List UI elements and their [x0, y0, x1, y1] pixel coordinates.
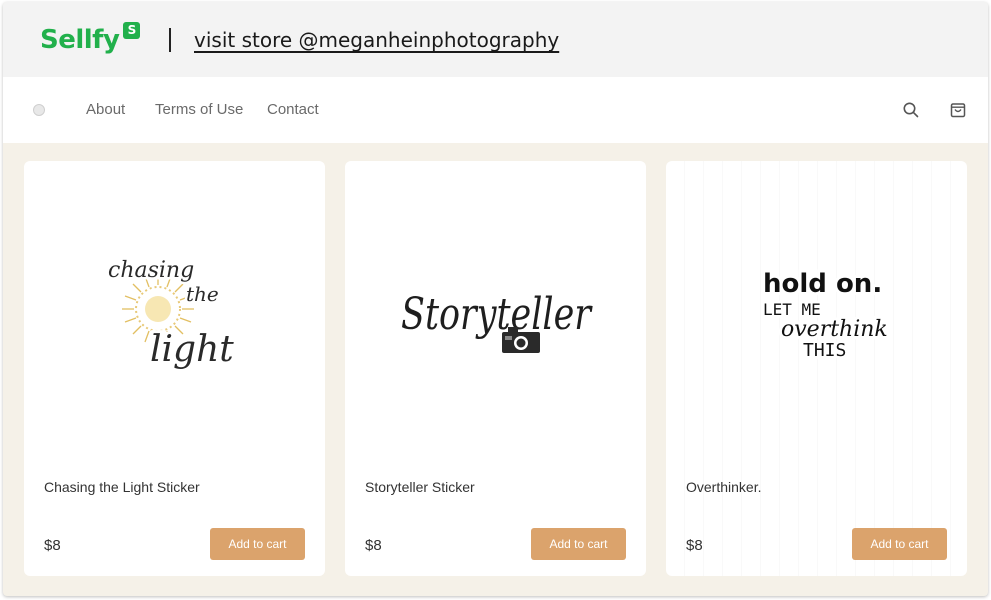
product-price: $8 [365, 537, 382, 554]
art-text-overthink: overthink [781, 317, 888, 342]
visit-store-link[interactable]: visit store @meganheinphotography [194, 26, 559, 54]
product-title[interactable]: Storyteller Sticker [365, 478, 475, 496]
product-image-overthinker[interactable]: hold on. LET ME overthink THIS [666, 161, 967, 461]
art-text-the: the [186, 282, 219, 306]
product-image-chasing-the-light[interactable]: chasing the light [24, 161, 325, 461]
add-to-cart-button[interactable]: Add to cart [531, 528, 626, 560]
sellfy-logo-text: Sellfy [40, 25, 120, 55]
product-image-storyteller[interactable]: Storyteller [345, 161, 646, 461]
art-text-chasing: chasing [108, 258, 194, 283]
store-nav: About Terms of Use Contact [3, 77, 988, 143]
product-title[interactable]: Chasing the Light Sticker [44, 478, 200, 496]
top-bar-divider [169, 28, 171, 52]
sticker-lettering: chasing the light [106, 256, 238, 374]
sellfy-top-bar: Sellfy S visit store @meganheinphotograp… [3, 2, 988, 77]
camera-icon [500, 327, 542, 355]
art-text-light: light [150, 329, 234, 370]
nav-link-terms-of-use[interactable]: Terms of Use [155, 101, 243, 119]
art-text-storyteller: Storyteller [401, 289, 593, 340]
sticker-lettering: Storyteller [398, 286, 597, 344]
store-logo[interactable] [33, 104, 45, 116]
art-text-hold-on: hold on. [763, 269, 882, 299]
shopping-bag-icon[interactable] [949, 101, 967, 119]
browser-frame: Sellfy S visit store @meganheinphotograp… [3, 2, 988, 596]
product-card[interactable]: chasing the light Chasing the Light Stic… [24, 161, 325, 576]
search-icon[interactable] [902, 101, 920, 119]
sellfy-logo-badge: S [123, 22, 141, 39]
add-to-cart-button[interactable]: Add to cart [852, 528, 947, 560]
product-price: $8 [44, 537, 61, 554]
sticker-lettering: hold on. LET ME overthink THIS [760, 266, 891, 364]
product-card[interactable]: Storyteller Storyteller Sticker $8 Add t… [345, 161, 646, 576]
product-card[interactable]: hold on. LET ME overthink THIS Overthink… [666, 161, 967, 576]
art-text-this: THIS [803, 340, 846, 361]
nav-link-contact[interactable]: Contact [267, 101, 319, 119]
product-price: $8 [686, 537, 703, 554]
sellfy-logo[interactable]: Sellfy S [40, 22, 141, 56]
nav-link-about[interactable]: About [86, 101, 125, 119]
product-title[interactable]: Overthinker. [686, 478, 761, 496]
add-to-cart-button[interactable]: Add to cart [210, 528, 305, 560]
